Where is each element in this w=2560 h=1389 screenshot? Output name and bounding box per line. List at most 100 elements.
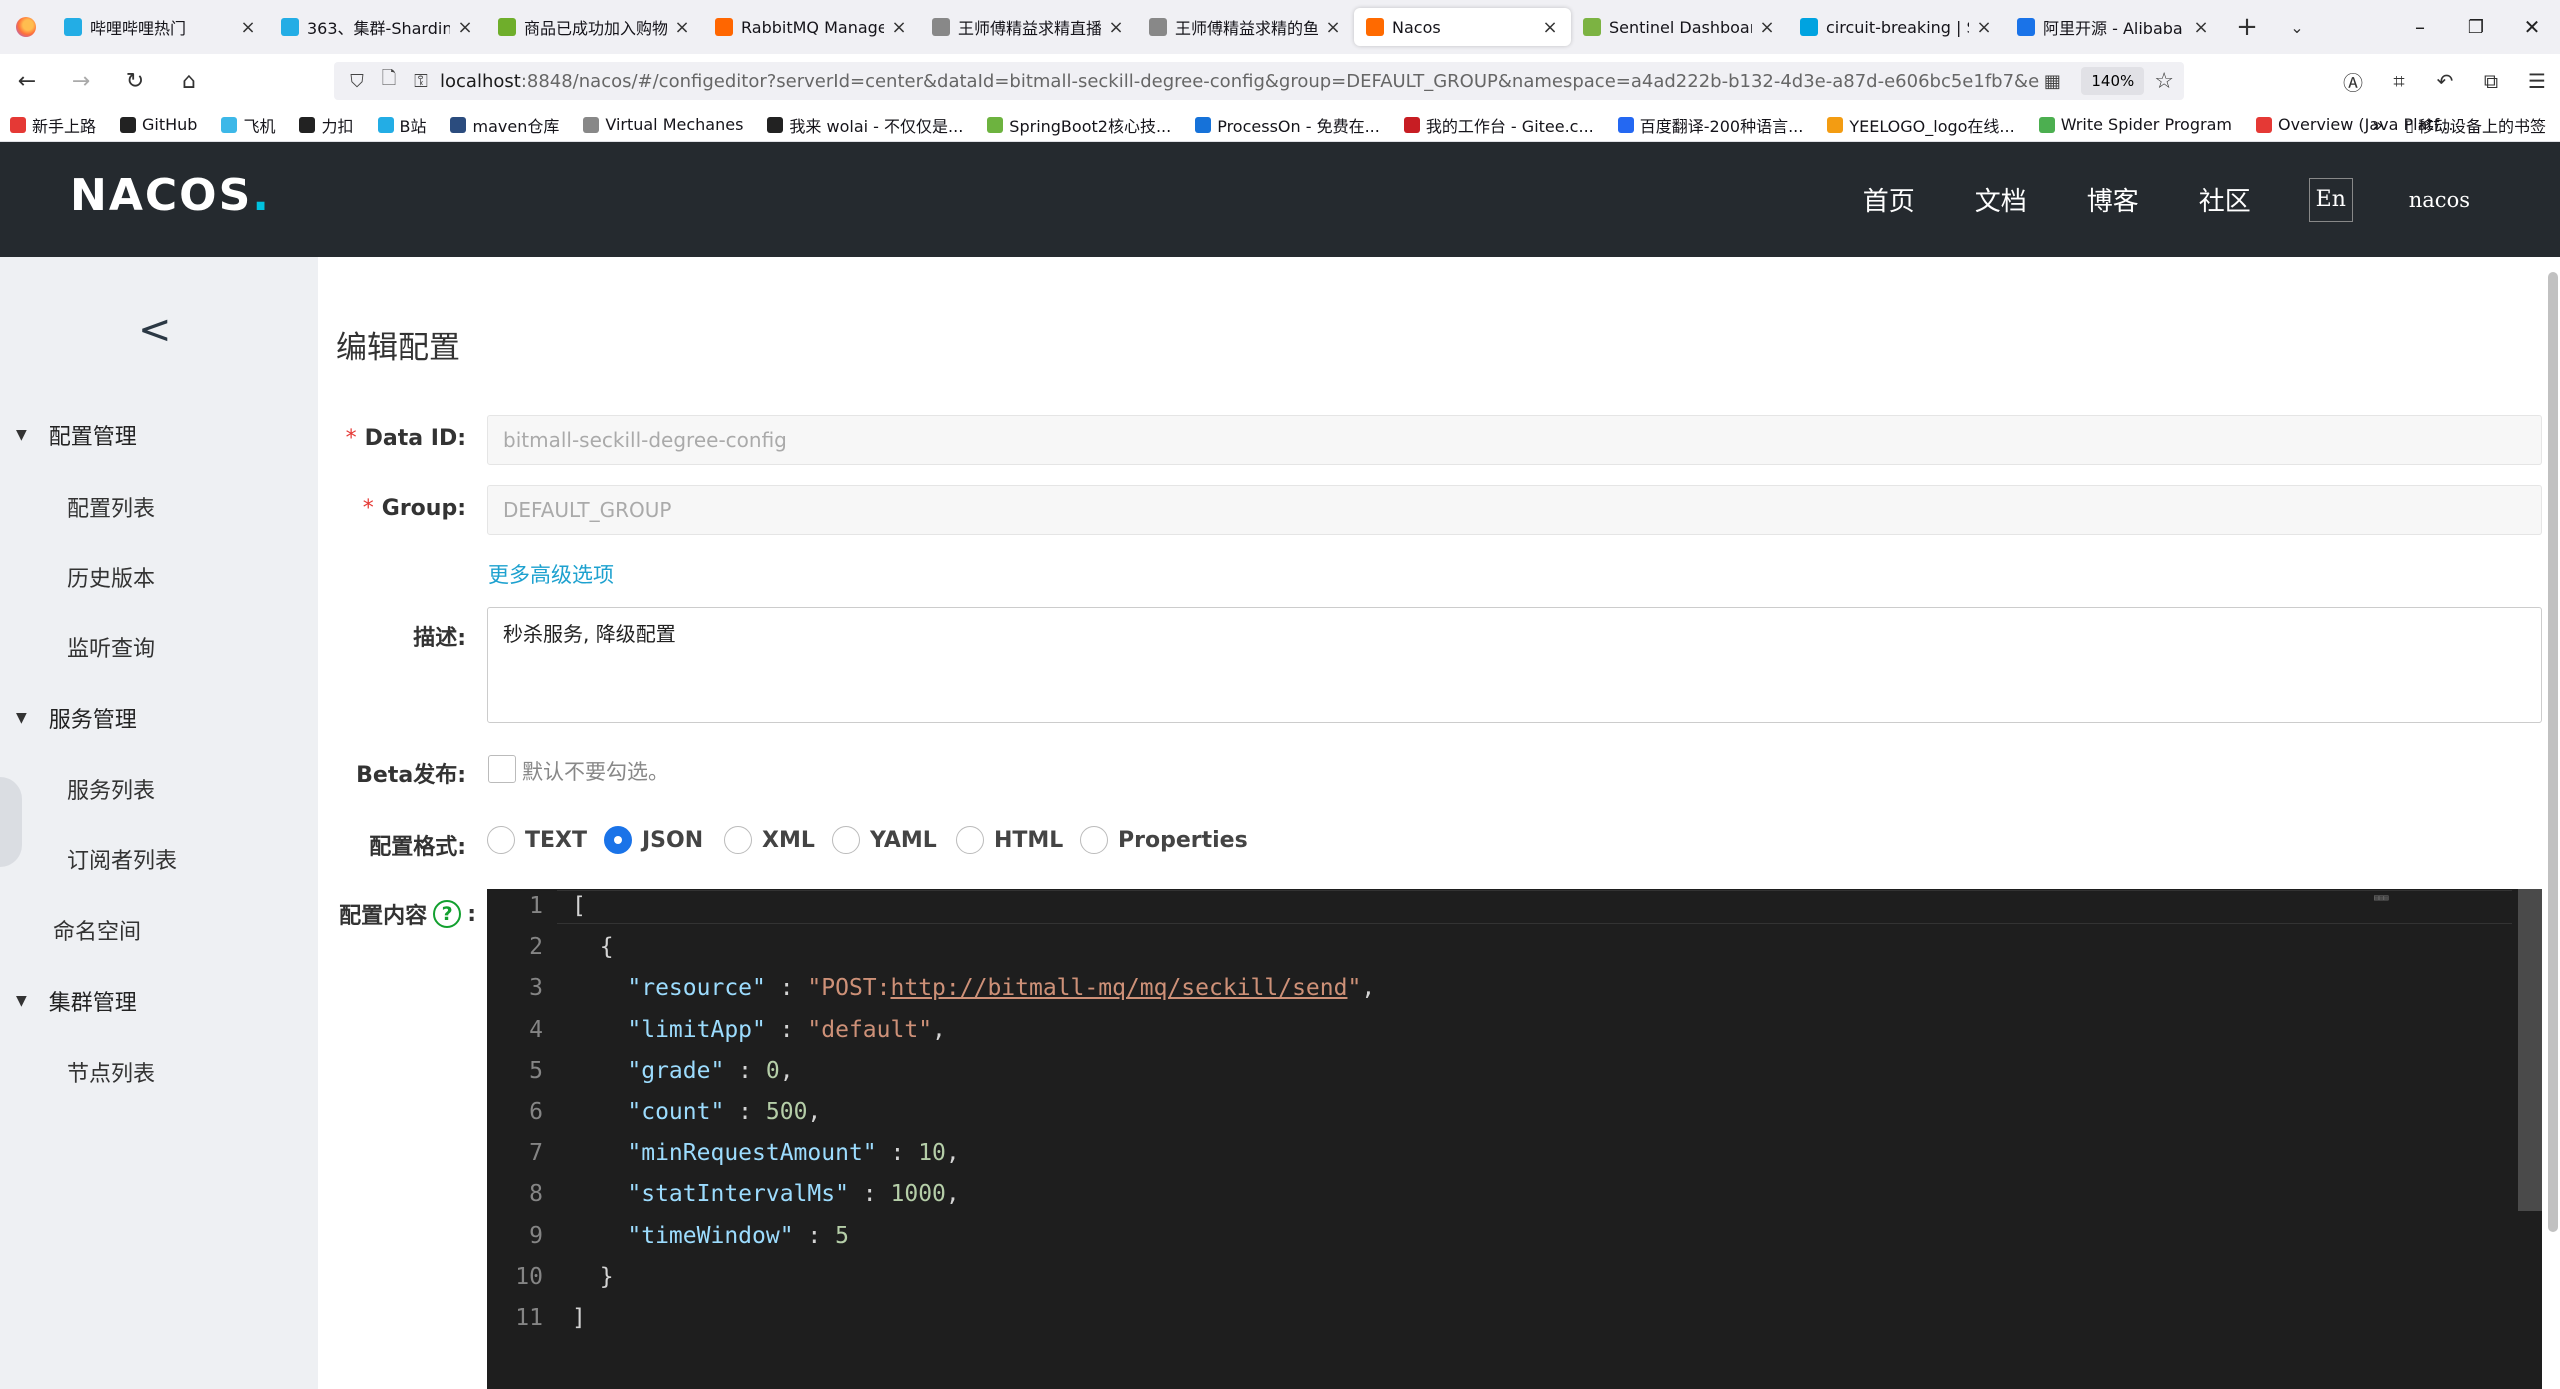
- browser-tab[interactable]: 哔哩哔哩热门 ×: [52, 8, 269, 46]
- sidebar-item-nodes[interactable]: 节点列表: [67, 1056, 155, 1088]
- browser-tab[interactable]: 阿里开源 - Alibaba O ×: [2005, 8, 2222, 46]
- sidebar-item-listener-query[interactable]: 监听查询: [67, 631, 155, 663]
- bookmark-item[interactable]: Write Spider Program: [2038, 115, 2232, 134]
- tab-close-icon[interactable]: ×: [239, 17, 257, 38]
- tab-close-icon[interactable]: ×: [1758, 17, 1776, 38]
- sidebar-item-subscribers[interactable]: 订阅者列表: [67, 843, 177, 875]
- bookmark-item[interactable]: 新手上路: [10, 113, 96, 137]
- tab-close-icon[interactable]: ×: [1541, 17, 1559, 38]
- nacos-logo[interactable]: NACOS.: [70, 170, 271, 221]
- browser-tab[interactable]: 商品已成功加入购物车 ×: [486, 8, 703, 46]
- bookmark-item[interactable]: GitHub: [120, 115, 197, 134]
- browser-tab[interactable]: 王师傅精益求精的鱼R ×: [1137, 8, 1354, 46]
- sidebar-item-namespace[interactable]: 命名空间: [53, 914, 141, 946]
- help-icon[interactable]: ?: [433, 900, 462, 928]
- page-scrollbar[interactable]: [2548, 272, 2558, 1232]
- format-radio-yaml[interactable]: YAML: [832, 826, 937, 854]
- tab-close-icon[interactable]: ×: [1107, 17, 1125, 38]
- description-textarea[interactable]: 秒杀服务, 降级配置: [487, 607, 2542, 723]
- format-radio-html[interactable]: HTML: [956, 826, 1063, 854]
- tab-close-icon[interactable]: ×: [890, 17, 908, 38]
- tab-close-icon[interactable]: ×: [456, 17, 474, 38]
- bookmark-star-icon[interactable]: ☆: [2154, 69, 2174, 94]
- tab-close-icon[interactable]: ×: [1324, 17, 1342, 38]
- bookmark-item[interactable]: 飞机: [221, 113, 275, 137]
- group-field[interactable]: DEFAULT_GROUP: [487, 485, 2542, 535]
- nav-community[interactable]: 社区: [2199, 181, 2251, 218]
- nav-home[interactable]: 首页: [1863, 181, 1915, 218]
- format-radio-text[interactable]: TEXT: [487, 826, 587, 854]
- browser-tab[interactable]: RabbitMQ Managem ×: [703, 8, 920, 46]
- bookmark-item[interactable]: SpringBoot2核心技...: [987, 113, 1171, 137]
- browser-tab[interactable]: 363、集群-Sharding ×: [269, 8, 486, 46]
- new-tab-button[interactable]: +: [2222, 0, 2272, 54]
- bookmark-item[interactable]: 百度翻译-200种语言...: [1617, 113, 1803, 137]
- browser-tab[interactable]: Sentinel Dashboard ×: [1571, 8, 1788, 46]
- bookmark-item[interactable]: B站: [377, 113, 426, 137]
- bookmark-item[interactable]: 力扣: [299, 113, 354, 137]
- undo-icon[interactable]: ↶: [2422, 54, 2468, 108]
- mobile-bookmarks-link[interactable]: 移动设备上的书签: [2418, 113, 2546, 137]
- data-id-field[interactable]: bitmall-seckill-degree-config: [487, 415, 2542, 465]
- tab-list-button[interactable]: ⌄: [2272, 0, 2322, 54]
- account-icon[interactable]: Ⓐ: [2330, 54, 2376, 108]
- browser-tab[interactable]: Nacos ×: [1354, 8, 1571, 46]
- sidebar-item-config-list[interactable]: 配置列表: [67, 491, 155, 523]
- minimap[interactable]: ▤▤▤: [2374, 893, 2424, 905]
- sidebar-item-history[interactable]: 历史版本: [67, 561, 155, 593]
- shield-icon[interactable]: ⛉: [344, 71, 370, 92]
- user-name[interactable]: nacos: [2409, 188, 2470, 212]
- language-toggle-button[interactable]: En: [2308, 177, 2353, 222]
- collapse-sidebar-icon[interactable]: <: [138, 307, 172, 353]
- beta-checkbox[interactable]: [488, 755, 516, 783]
- bookmark-item[interactable]: maven仓库: [450, 113, 559, 137]
- back-button[interactable]: ←: [0, 54, 54, 108]
- extensions-icon[interactable]: ⧉: [2468, 54, 2514, 108]
- sidebar-handle[interactable]: [0, 777, 22, 867]
- radio-circle[interactable]: [487, 826, 515, 854]
- editor-scrollbar[interactable]: [2518, 889, 2542, 1211]
- firefox-icon[interactable]: [0, 0, 52, 54]
- sidebar-item-service-list[interactable]: 服务列表: [67, 773, 155, 805]
- qr-code-icon[interactable]: ▦: [2039, 71, 2065, 92]
- format-radio-xml[interactable]: XML: [724, 826, 815, 854]
- radio-circle[interactable]: [604, 826, 632, 854]
- sidebar-group-config[interactable]: ▼ 配置管理: [16, 419, 137, 451]
- tab-close-icon[interactable]: ×: [673, 17, 691, 38]
- reload-button[interactable]: ↻: [108, 54, 162, 108]
- config-content-editor[interactable]: 1 2 3 4 5 6 7 8 9 10 11 [ { "resource" : "POST:htt…: [487, 889, 2542, 1389]
- header-nav: 首页 文档 博客 社区 En nacos: [1803, 142, 2470, 257]
- restore-button[interactable]: ❐: [2448, 0, 2504, 54]
- forward-button[interactable]: →: [54, 54, 108, 108]
- sidebar-group-service[interactable]: ▼ 服务管理: [16, 702, 137, 734]
- browser-tab[interactable]: circuit-breaking | Se ×: [1788, 8, 2005, 46]
- bookmark-item[interactable]: YEELOGO_logo在线...: [1827, 113, 2015, 137]
- bookmarks-overflow-button[interactable]: »: [2372, 115, 2383, 136]
- radio-circle[interactable]: [724, 826, 752, 854]
- radio-circle[interactable]: [832, 826, 860, 854]
- sidebar-group-cluster[interactable]: ▼ 集群管理: [16, 985, 137, 1017]
- radio-circle[interactable]: [956, 826, 984, 854]
- address-bar[interactable]: ⛉ 🗋 ⚿ localhost:8848/nacos/#/configedito…: [334, 62, 2184, 100]
- bookmark-item[interactable]: 我来 wolai - 不仅仅是...: [767, 113, 963, 137]
- menu-icon[interactable]: ☰: [2514, 54, 2560, 108]
- close-window-button[interactable]: ✕: [2504, 0, 2560, 54]
- tab-close-icon[interactable]: ×: [2192, 17, 2210, 38]
- advanced-options-link[interactable]: 更多高级选项: [488, 559, 614, 589]
- bookmark-item[interactable]: ProcessOn - 免费在...: [1195, 113, 1380, 137]
- bookmark-item[interactable]: 我的工作台 - Gitee.c...: [1403, 113, 1594, 137]
- nav-docs[interactable]: 文档: [1975, 181, 2027, 218]
- url-text[interactable]: localhost:8848/nacos/#/configeditor?serv…: [440, 71, 2039, 92]
- home-button[interactable]: ⌂: [162, 54, 216, 108]
- minimize-button[interactable]: –: [2392, 0, 2448, 54]
- format-radio-properties[interactable]: Properties: [1080, 826, 1248, 854]
- bookmark-item[interactable]: Virtual Mechanes: [583, 115, 743, 134]
- key-icon[interactable]: ⚿: [408, 71, 434, 92]
- format-radio-json[interactable]: JSON: [604, 826, 703, 854]
- browser-tab[interactable]: 王师傅精益求精直播_ ×: [920, 8, 1137, 46]
- tab-close-icon[interactable]: ×: [1975, 17, 1993, 38]
- zoom-level-badge[interactable]: 140%: [2081, 67, 2145, 95]
- crop-icon[interactable]: ⌗: [2376, 54, 2422, 108]
- nav-blog[interactable]: 博客: [2087, 181, 2139, 218]
- radio-circle[interactable]: [1080, 826, 1108, 854]
